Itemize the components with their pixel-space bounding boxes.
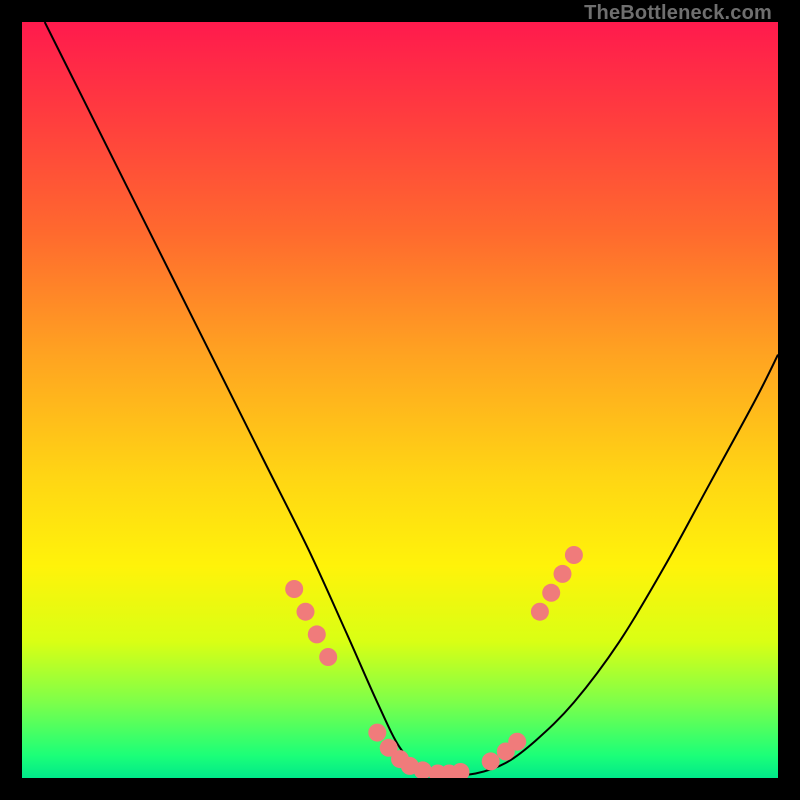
watermark-label: TheBottleneck.com: [584, 2, 772, 25]
chart-root: TheBottleneck.com: [0, 0, 800, 800]
curve-marker: [554, 565, 572, 583]
curve-marker: [368, 724, 386, 742]
curve-marker: [482, 752, 500, 770]
curve-markers: [285, 546, 583, 778]
curve-marker: [452, 763, 470, 778]
curve-marker: [297, 603, 315, 621]
curve-marker: [285, 580, 303, 598]
curve-marker: [508, 733, 526, 751]
plot-area: [22, 22, 778, 778]
curve-marker: [531, 603, 549, 621]
curve-marker: [319, 648, 337, 666]
performance-curve: [45, 22, 778, 775]
curve-marker: [308, 625, 326, 643]
chart-svg: [22, 22, 778, 778]
curve-marker: [565, 546, 583, 564]
curve-marker: [542, 584, 560, 602]
